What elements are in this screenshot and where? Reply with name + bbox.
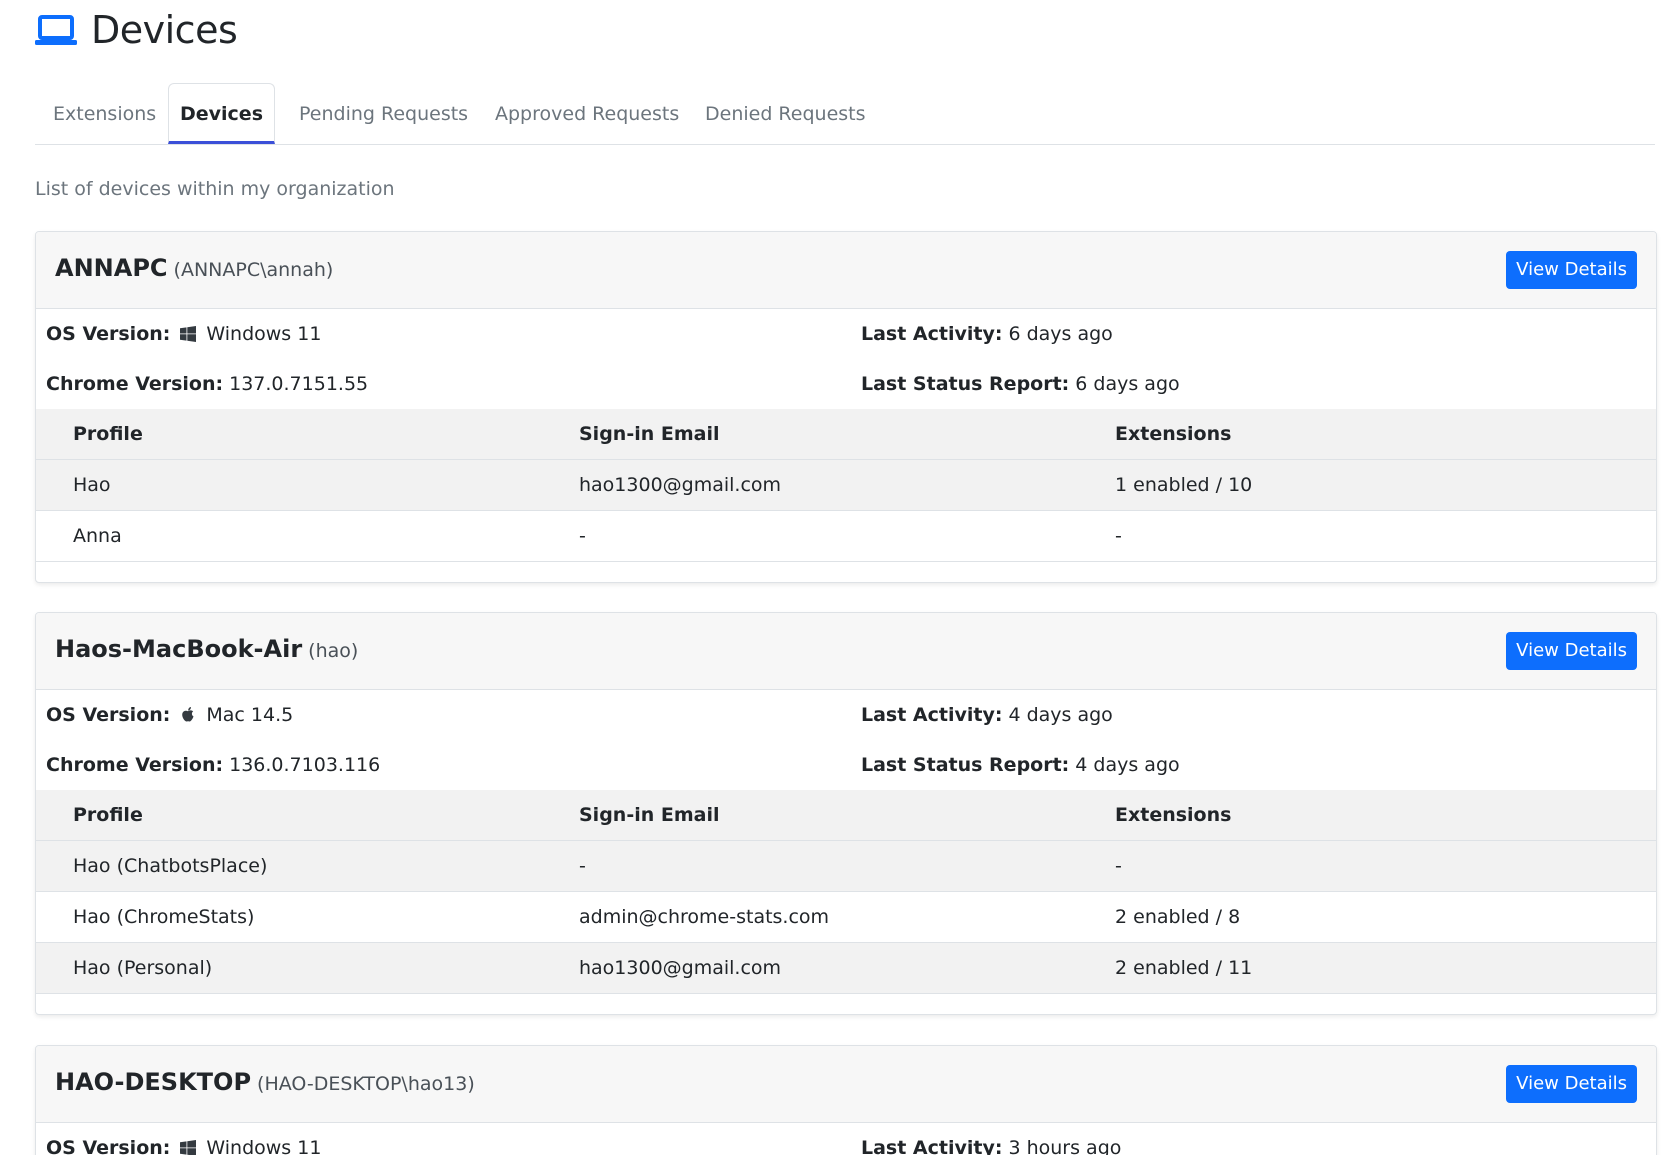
profiles-table: Profile Sign-in Email Extensions Hao (Ch… xyxy=(36,790,1656,994)
profile-name: Hao (ChatbotsPlace) xyxy=(73,855,268,877)
table-row: Hao (ChromeStats) admin@chrome-stats.com… xyxy=(36,892,1656,943)
device-card: ANNAPC (ANNAPC\annah) View Details OS Ver… xyxy=(35,231,1657,583)
last-activity: Last Activity: 6 days ago xyxy=(861,323,1113,345)
tab-extensions[interactable]: Extensions xyxy=(53,83,156,144)
column-header-email: Sign-in Email xyxy=(579,804,720,826)
device-user: (ANNAPC\annah) xyxy=(173,259,334,281)
sign-in-email: hao1300@gmail.com xyxy=(579,474,782,496)
tab-devices[interactable]: Devices xyxy=(168,83,275,144)
device-card: HAO-DESKTOP (HAO-DESKTOP\hao13) View Deta… xyxy=(35,1045,1657,1155)
tab-bar: Extensions Devices Pending Requests Appr… xyxy=(35,83,1655,145)
table-header: Profile Sign-in Email Extensions xyxy=(36,790,1656,841)
table-row: Hao (Personal) hao1300@gmail.com 2 enabl… xyxy=(36,943,1656,994)
device-user: (HAO-DESKTOP\hao13) xyxy=(257,1073,475,1095)
table-row: Hao (ChatbotsPlace) - - xyxy=(36,841,1656,892)
os-version: OS Version: Mac 14.5 xyxy=(46,704,294,726)
profile-name: Hao (Personal) xyxy=(73,957,213,979)
page-subtitle: List of devices within my organization xyxy=(35,178,395,200)
apple-icon xyxy=(180,706,196,725)
tab-denied-requests[interactable]: Denied Requests xyxy=(705,83,866,144)
last-status-report: Last Status Report: 6 days ago xyxy=(861,373,1180,395)
windows-icon xyxy=(180,1140,197,1155)
column-header-email: Sign-in Email xyxy=(579,423,720,445)
os-version: OS Version: Windows 11 xyxy=(46,323,322,345)
laptop-icon xyxy=(35,14,77,46)
device-card-header: HAO-DESKTOP (HAO-DESKTOP\hao13) View Deta… xyxy=(36,1046,1656,1123)
device-card-header: Haos-MacBook-Air (hao) View Details xyxy=(36,613,1656,690)
os-version: OS Version: Windows 11 xyxy=(46,1137,322,1155)
sign-in-email: - xyxy=(579,525,586,547)
device-user: (hao) xyxy=(308,640,359,662)
last-activity: Last Activity: 3 hours ago xyxy=(861,1137,1122,1155)
column-header-extensions: Extensions xyxy=(1115,423,1232,445)
last-activity: Last Activity: 4 days ago xyxy=(861,704,1113,726)
sign-in-email: - xyxy=(579,855,586,877)
last-status-report: Last Status Report: 4 days ago xyxy=(861,754,1180,776)
windows-icon xyxy=(180,326,197,342)
extensions-count: - xyxy=(1115,525,1122,547)
extensions-count: 2 enabled / 11 xyxy=(1115,957,1253,979)
extensions-count: 1 enabled / 10 xyxy=(1115,474,1253,496)
column-header-profile: Profile xyxy=(73,804,143,826)
profiles-table: Profile Sign-in Email Extensions Hao hao… xyxy=(36,409,1656,562)
column-header-profile: Profile xyxy=(73,423,143,445)
sign-in-email: admin@chrome-stats.com xyxy=(579,906,830,928)
profile-name: Anna xyxy=(73,525,122,547)
page-header: Devices xyxy=(35,4,238,56)
table-header: Profile Sign-in Email Extensions xyxy=(36,409,1656,460)
view-details-button[interactable]: View Details xyxy=(1506,1065,1637,1103)
table-row: Anna - - xyxy=(36,511,1656,562)
table-row: Hao hao1300@gmail.com 1 enabled / 10 xyxy=(36,460,1656,511)
device-card-header: ANNAPC (ANNAPC\annah) View Details xyxy=(36,232,1656,309)
device-name: HAO-DESKTOP xyxy=(55,1068,252,1096)
chrome-version: Chrome Version: 137.0.7151.55 xyxy=(46,373,369,395)
devices-page: Devices Extensions Devices Pending Reque… xyxy=(0,0,1667,1155)
view-details-button[interactable]: View Details xyxy=(1506,251,1637,289)
view-details-button[interactable]: View Details xyxy=(1506,632,1637,670)
chrome-version: Chrome Version: 136.0.7103.116 xyxy=(46,754,381,776)
extensions-count: 2 enabled / 8 xyxy=(1115,906,1241,928)
extensions-count: - xyxy=(1115,855,1122,877)
profile-name: Hao (ChromeStats) xyxy=(73,906,255,928)
tab-pending-requests[interactable]: Pending Requests xyxy=(299,83,468,144)
profile-name: Hao xyxy=(73,474,111,496)
device-card: Haos-MacBook-Air (hao) View Details OS Ve… xyxy=(35,612,1657,1015)
column-header-extensions: Extensions xyxy=(1115,804,1232,826)
tab-approved-requests[interactable]: Approved Requests xyxy=(495,83,679,144)
device-name: ANNAPC xyxy=(55,254,168,282)
device-name: Haos-MacBook-Air xyxy=(55,635,303,663)
page-title: Devices xyxy=(91,8,238,52)
sign-in-email: hao1300@gmail.com xyxy=(579,957,782,979)
